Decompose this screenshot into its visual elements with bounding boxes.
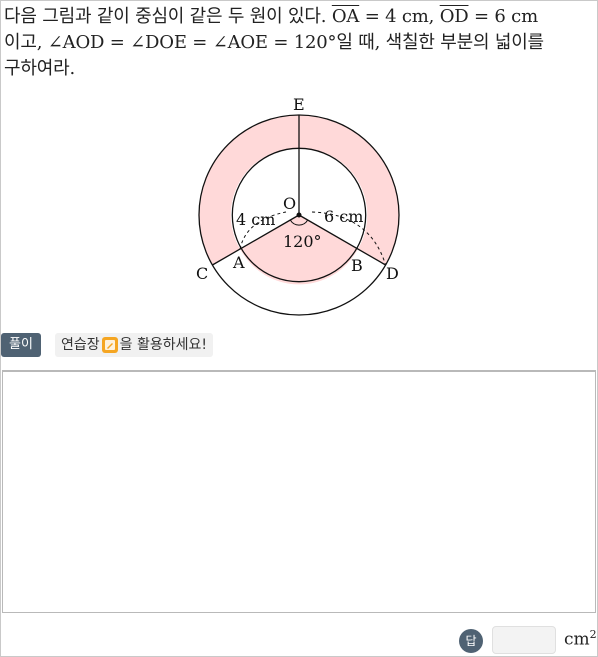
label-outer-radius: 6 cm — [324, 207, 363, 226]
problem-text: 다음 그림과 같이 중심이 같은 두 원이 있다. OA = 4 cm, OD … — [4, 4, 594, 82]
label-a: A — [232, 253, 245, 272]
problem-line-2: 이고, ∠AOD = ∠DOE = ∠AOE = 120°일 때, 색칠한 부분… — [4, 32, 544, 53]
label-inner-radius: 4 cm — [236, 210, 275, 229]
answer-unit: cm2 — [564, 628, 597, 650]
label-o: O — [283, 194, 296, 213]
answer-input[interactable] — [492, 626, 556, 654]
solution-badge: 풀이 — [1, 333, 41, 357]
pencil-icon[interactable] — [101, 337, 118, 353]
center-point — [296, 212, 302, 218]
segment-oa: OA — [331, 6, 360, 27]
label-e: E — [293, 95, 305, 114]
label-c: C — [196, 264, 208, 283]
label-b: B — [351, 256, 363, 275]
problem-line-1: 다음 그림과 같이 중심이 같은 두 원이 있다. OA = 4 cm, OD … — [4, 6, 538, 27]
label-angle: 120° — [283, 232, 322, 251]
solution-workspace[interactable] — [2, 370, 596, 613]
label-d: D — [386, 264, 399, 283]
segment-od: OD — [439, 6, 469, 27]
answer-badge: 답 — [459, 629, 483, 653]
practice-pad-hint: 연습장 을 활용하세요! — [55, 333, 213, 357]
concentric-circles-figure: E O A B C D 4 cm 6 cm 120° — [196, 95, 400, 316]
problem-line-3: 구하여라. — [4, 58, 75, 79]
